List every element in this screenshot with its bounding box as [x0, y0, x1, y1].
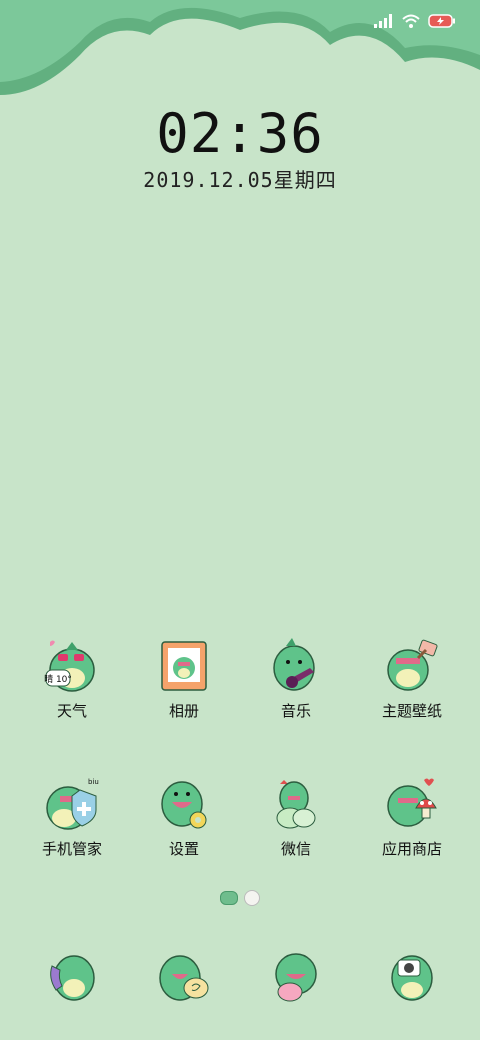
- app-label-weather: 天气: [56, 702, 87, 720]
- music-dino-icon: [273, 638, 315, 691]
- app-security[interactable]: biu 手机管家: [12, 776, 132, 859]
- wechat-dino-icon: [276, 780, 316, 829]
- phone-dino-icon: [50, 955, 95, 1001]
- browser-dino-icon: [275, 953, 317, 1002]
- app-label-theme: 主题壁纸: [381, 702, 442, 720]
- app-label-music: 音乐: [280, 702, 311, 720]
- settings-dino-icon: [161, 781, 207, 829]
- appstore-dino-icon: [387, 778, 437, 827]
- lockscreen-date: 2019.12.05星期四: [143, 168, 337, 192]
- camera-dino-icon: [391, 955, 433, 1001]
- battery-charging-icon: [428, 14, 455, 28]
- app-weather[interactable]: 晴 10° 天气: [12, 638, 132, 721]
- album-dino-icon: [161, 641, 207, 691]
- app-label-wechat: 微信: [280, 840, 311, 858]
- app-wechat[interactable]: 微信: [236, 776, 356, 859]
- page-dot-1[interactable]: [220, 891, 238, 905]
- app-label-store: 应用商店: [381, 840, 442, 858]
- app-music[interactable]: 音乐: [236, 638, 356, 721]
- weather-dino-icon: 晴 10°: [44, 640, 95, 692]
- dock-camera[interactable]: [352, 948, 472, 1004]
- wifi-icon: [402, 14, 420, 28]
- app-store[interactable]: 应用商店: [352, 776, 472, 859]
- app-settings[interactable]: 设置: [124, 776, 244, 859]
- dock-messages[interactable]: [124, 948, 244, 1004]
- theme-dino-icon: [387, 639, 438, 691]
- app-label-album: 相册: [168, 702, 199, 720]
- dock-browser[interactable]: [236, 948, 356, 1004]
- page-dot-2[interactable]: [244, 890, 260, 906]
- messages-dino-icon: [159, 955, 209, 1001]
- app-label-settings: 设置: [168, 840, 199, 858]
- app-theme[interactable]: 主题壁纸: [352, 638, 472, 721]
- signal-icon: [374, 14, 392, 28]
- dock-phone[interactable]: [12, 948, 132, 1004]
- lockscreen-clock: 02:36: [156, 102, 324, 165]
- page-indicator: [0, 890, 480, 906]
- weather-badge: 晴 10°: [44, 673, 72, 685]
- security-dino-icon: biu: [46, 778, 99, 830]
- security-badge: biu: [88, 778, 99, 786]
- app-album[interactable]: 相册: [124, 638, 244, 721]
- status-bar: [374, 10, 456, 32]
- app-label-security: 手机管家: [41, 840, 102, 858]
